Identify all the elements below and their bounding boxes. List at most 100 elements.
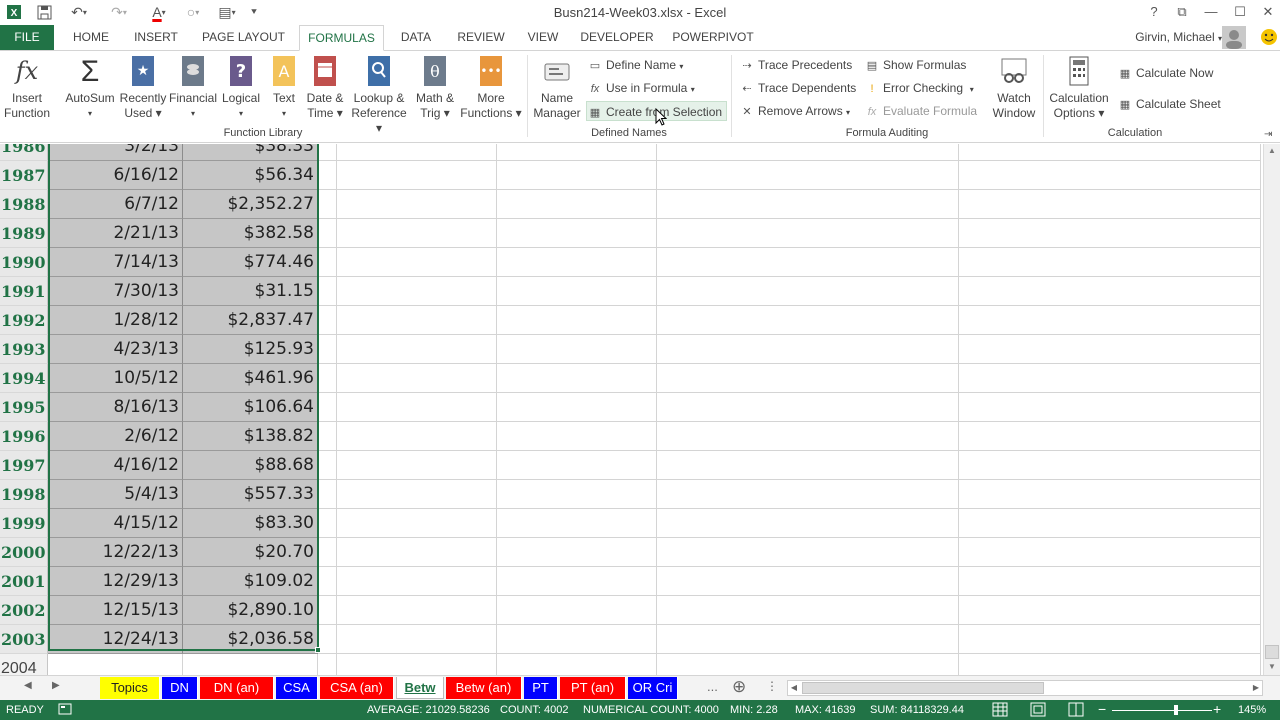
amount-cell[interactable]: $31.15: [183, 277, 318, 306]
math-trig-button[interactable]: θ Math & Trig ▾: [410, 55, 460, 121]
row-header[interactable]: 1986: [0, 144, 48, 161]
sheet-tab[interactable]: CSA: [276, 677, 318, 699]
empty-cell[interactable]: [337, 480, 497, 509]
date-cell[interactable]: 4/16/12: [48, 451, 183, 480]
amount-cell[interactable]: $2,036.58: [183, 625, 318, 654]
empty-cell[interactable]: [497, 161, 657, 190]
date-cell[interactable]: 12/29/13: [48, 567, 183, 596]
empty-cell[interactable]: [337, 654, 497, 675]
zoom-level[interactable]: 145%: [1238, 704, 1266, 716]
user-name[interactable]: Girvin, Michael ▾: [1135, 30, 1222, 44]
empty-cell[interactable]: [657, 161, 959, 190]
empty-cell[interactable]: [959, 596, 1261, 625]
empty-cell[interactable]: [318, 190, 337, 219]
empty-cell[interactable]: [497, 422, 657, 451]
empty-cell[interactable]: [657, 277, 959, 306]
empty-cell[interactable]: [959, 451, 1261, 480]
empty-cell[interactable]: [657, 625, 959, 654]
row-header[interactable]: 1990: [0, 248, 48, 277]
empty-cell[interactable]: [497, 364, 657, 393]
remove-arrows-button[interactable]: ✕ Remove Arrows ▾: [739, 101, 850, 121]
amount-cell[interactable]: $382.58: [183, 219, 318, 248]
row-header[interactable]: 2004: [0, 654, 48, 675]
empty-cell[interactable]: [657, 364, 959, 393]
normal-view-icon[interactable]: [992, 702, 1008, 720]
row-header[interactable]: 1991: [0, 277, 48, 306]
empty-cell[interactable]: [497, 248, 657, 277]
tab-split-handle[interactable]: ⋮: [766, 679, 778, 693]
zoom-slider-thumb[interactable]: [1174, 705, 1178, 715]
empty-cell[interactable]: [959, 567, 1261, 596]
horizontal-scroll-thumb[interactable]: [802, 682, 1044, 694]
empty-cell[interactable]: [318, 306, 337, 335]
empty-cell[interactable]: [657, 335, 959, 364]
empty-cell[interactable]: [318, 335, 337, 364]
empty-cell[interactable]: [318, 538, 337, 567]
amount-cell[interactable]: $88.68: [183, 451, 318, 480]
date-cell[interactable]: 12/22/13: [48, 538, 183, 567]
amount-cell[interactable]: $2,837.47: [183, 306, 318, 335]
date-cell[interactable]: 4/23/13: [48, 335, 183, 364]
amount-cell[interactable]: $2,890.10: [183, 596, 318, 625]
empty-cell[interactable]: [497, 654, 657, 675]
empty-cell[interactable]: [337, 219, 497, 248]
recently-used-button[interactable]: ★ Recently Used ▾: [117, 55, 169, 121]
error-checking-button[interactable]: ! Error Checking ▾: [864, 78, 973, 98]
empty-cell[interactable]: [497, 144, 657, 161]
tab-data[interactable]: DATA: [391, 25, 441, 50]
empty-cell[interactable]: [657, 219, 959, 248]
insert-function-button[interactable]: fx Insert Function: [2, 55, 52, 121]
empty-cell[interactable]: [497, 277, 657, 306]
row-header[interactable]: 1999: [0, 509, 48, 538]
tab-powerpivot[interactable]: POWERPIVOT: [669, 25, 757, 50]
date-time-button[interactable]: Date & Time ▾: [302, 55, 348, 121]
empty-cell[interactable]: [497, 625, 657, 654]
date-cell[interactable]: 12/24/13: [48, 625, 183, 654]
empty-cell[interactable]: [657, 306, 959, 335]
date-cell[interactable]: 7/14/13: [48, 248, 183, 277]
macro-record-icon[interactable]: [58, 702, 72, 719]
empty-cell[interactable]: [959, 306, 1261, 335]
amount-cell[interactable]: $83.30: [183, 509, 318, 538]
empty-cell[interactable]: [657, 144, 959, 161]
empty-cell[interactable]: [497, 190, 657, 219]
trace-precedents-button[interactable]: ⇢ Trace Precedents: [739, 55, 852, 75]
empty-cell[interactable]: [318, 144, 337, 161]
use-in-formula-button[interactable]: fx Use in Formula ▾: [587, 78, 695, 98]
ribbon-display-button[interactable]: ⧉: [1172, 3, 1192, 21]
horizontal-scrollbar[interactable]: ◀ ▶: [787, 680, 1263, 696]
page-layout-view-icon[interactable]: [1030, 702, 1046, 720]
empty-cell[interactable]: [959, 393, 1261, 422]
amount-cell[interactable]: [183, 654, 318, 675]
row-header[interactable]: 1993: [0, 335, 48, 364]
sheet-prev-icon[interactable]: ◀: [24, 680, 32, 691]
date-cell[interactable]: 8/16/13: [48, 393, 183, 422]
worksheet-grid[interactable]: 1986 3/2/13 $38.33 1987 6/16/12 $56.34 1988 6/7…: [0, 144, 1263, 675]
amount-cell[interactable]: $461.96: [183, 364, 318, 393]
scroll-up-icon[interactable]: ▲: [1264, 144, 1280, 158]
date-cell[interactable]: 5/4/13: [48, 480, 183, 509]
empty-cell[interactable]: [959, 161, 1261, 190]
page-break-view-icon[interactable]: [1068, 702, 1084, 720]
empty-cell[interactable]: [657, 509, 959, 538]
financial-button[interactable]: Financial ▾: [168, 55, 218, 121]
empty-cell[interactable]: [337, 335, 497, 364]
scroll-down-icon[interactable]: ▼: [1264, 660, 1280, 674]
date-cell[interactable]: 2/6/12: [48, 422, 183, 451]
empty-cell[interactable]: [337, 277, 497, 306]
sheet-tab[interactable]: CSA (an): [320, 677, 394, 699]
empty-cell[interactable]: [318, 567, 337, 596]
empty-cell[interactable]: [337, 567, 497, 596]
date-cell[interactable]: 10/5/12: [48, 364, 183, 393]
vertical-scrollbar[interactable]: ▲ ▼: [1263, 144, 1280, 675]
empty-cell[interactable]: [959, 654, 1261, 675]
empty-cell[interactable]: [318, 248, 337, 277]
sheet-tab[interactable]: PT (an): [560, 677, 626, 699]
row-header[interactable]: 1989: [0, 219, 48, 248]
minimize-button[interactable]: —: [1201, 3, 1221, 21]
empty-cell[interactable]: [318, 480, 337, 509]
row-header[interactable]: 1994: [0, 364, 48, 393]
tab-view[interactable]: VIEW: [521, 25, 565, 50]
row-header[interactable]: 2000: [0, 538, 48, 567]
sheet-tab[interactable]: DN: [162, 677, 198, 699]
